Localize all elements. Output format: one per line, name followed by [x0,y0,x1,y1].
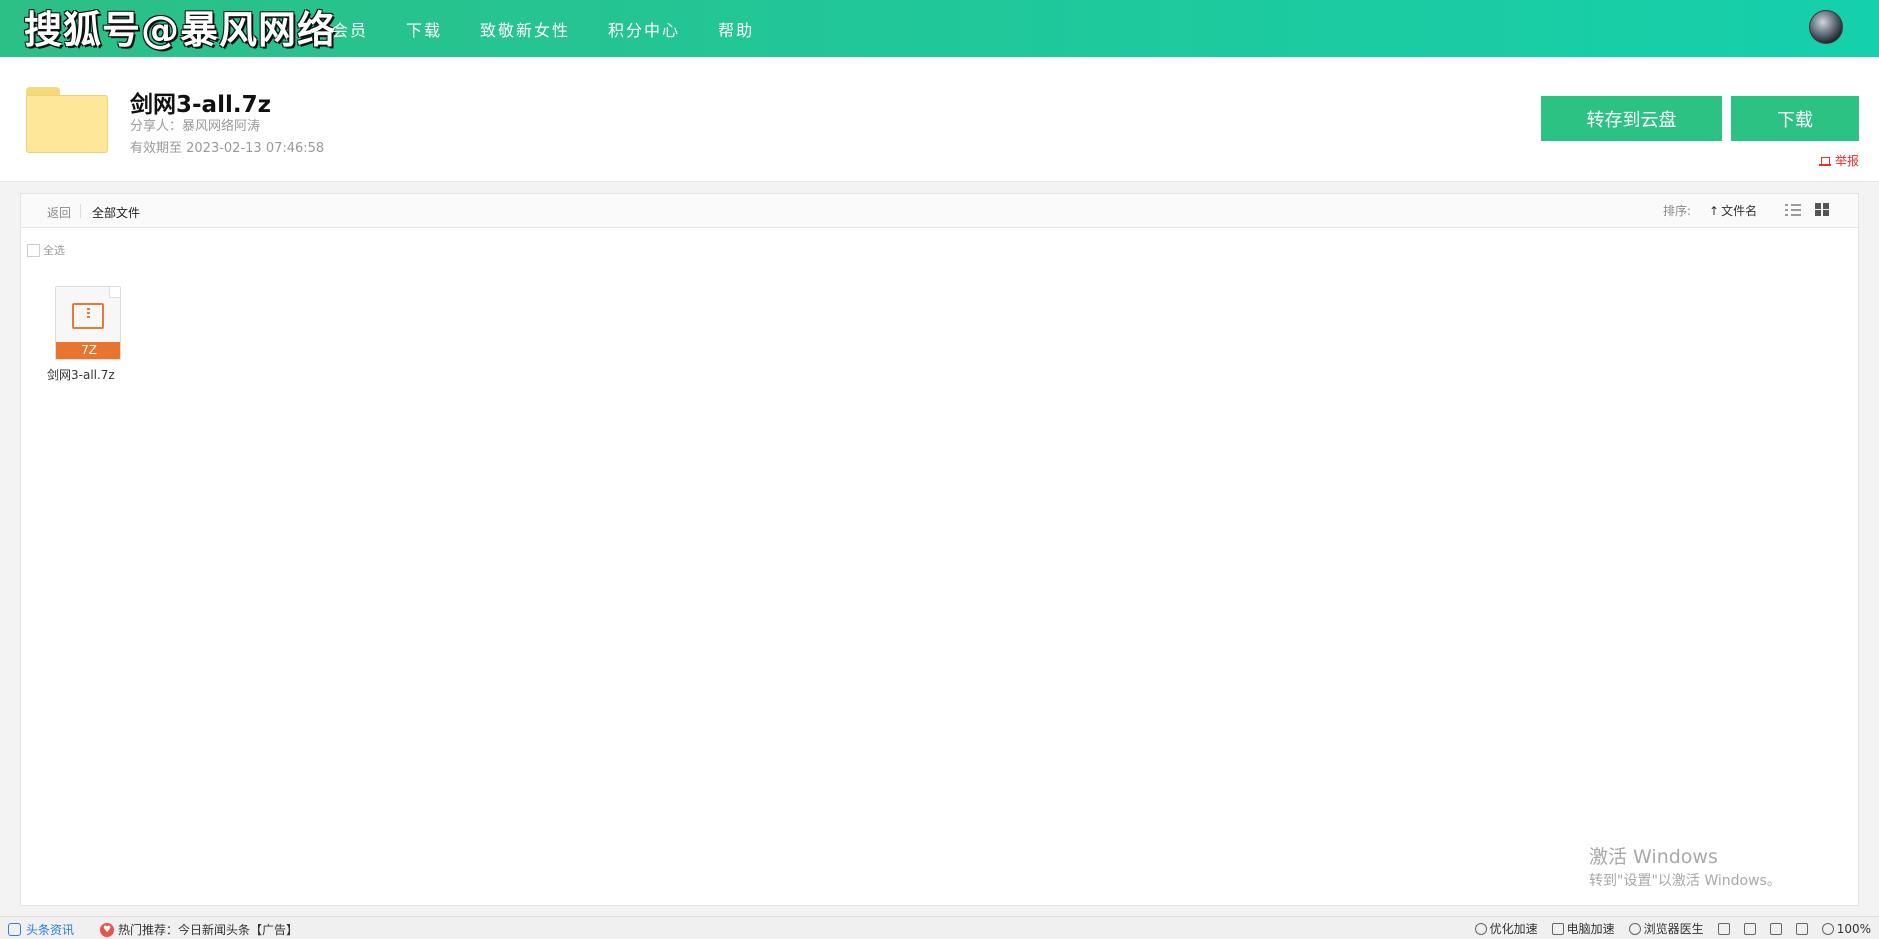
pc-speed-button[interactable]: 电脑加速 [1551,920,1615,937]
select-all[interactable]: 全选 [27,242,65,258]
share-title: 剑网3-all.7z [130,92,271,118]
hot-recommend-label: 热门推荐：今日新闻头条【广告】 [118,923,299,937]
main-nav: 会员 下载 致敬新女性 积分中心 帮助 [332,0,792,57]
download-button[interactable]: 下载 [1731,96,1859,141]
news-label: 头条资讯 [26,923,75,937]
rocket-icon [1474,922,1487,935]
save-to-cloud-button[interactable]: 转存到云盘 [1541,96,1722,141]
file-toolbar: 返回 全部文件 排序: ↑ 文件名 [21,194,1858,228]
activation-subtitle: 转到"设置"以激活 Windows。 [1589,873,1781,889]
select-all-label: 全选 [43,244,65,257]
speaker-icon [1769,922,1782,935]
monitor-icon [1551,922,1564,935]
toolbar-divider [80,204,81,218]
share-header: 剑网3-all.7z 分享人：暴风网络阿涛 有效期至 2023-02-13 07… [0,57,1879,182]
watermark-brand: 搜狐号@暴风网络 [24,8,337,52]
windows-activation-notice: 激活 Windows 转到"设置"以激活 Windows。 [1589,845,1781,891]
news-link[interactable]: 头条资讯 [8,921,74,938]
statusbar-tools: 优化加速 电脑加速 浏览器医生 100% [1474,920,1871,937]
report-icon [1818,156,1831,166]
back-link[interactable]: 返回 [47,204,71,221]
list-view-icon[interactable] [1785,203,1801,217]
window-button[interactable] [1795,922,1808,935]
sort-field-label: 文件名 [1721,204,1758,218]
optimize-label: 优化加速 [1489,922,1538,936]
zip-file-icon: 7Z [55,286,121,360]
heart-icon: ♥ [100,922,114,937]
zoom-icon [1821,922,1834,935]
nav-item-women[interactable]: 致敬新女性 [480,17,570,41]
nav-item-vip[interactable]: 会员 [332,17,368,41]
file-name: 剑网3-all.7z [47,368,115,382]
pc-speed-label: 电脑加速 [1566,922,1615,936]
nav-item-points[interactable]: 积分中心 [608,17,680,41]
activation-title: 激活 Windows [1589,846,1718,868]
vpn-button[interactable] [1743,922,1756,935]
sort-by-name[interactable]: ↑ 文件名 [1709,202,1757,219]
file-panel: 返回 全部文件 排序: ↑ 文件名 全选 7Z 剑网3-all.7z [20,193,1859,906]
user-avatar[interactable] [1809,10,1843,44]
top-navbar: 搜狐号@暴风网络 会员 下载 致敬新女性 积分中心 帮助 [0,0,1879,57]
zoom-label: 100% [1836,921,1871,936]
file-type-badge: 7Z [56,342,120,359]
nav-item-download[interactable]: 下载 [406,17,442,41]
grid-view-icon[interactable] [1815,203,1831,217]
zoom-button[interactable]: 100% [1821,921,1871,936]
report-link[interactable]: 举报 [1818,152,1859,169]
flag-icon [1743,922,1756,935]
expiry-info: 有效期至 2023-02-13 07:46:58 [130,141,325,156]
network-button[interactable] [1717,922,1730,935]
nav-item-help[interactable]: 帮助 [718,17,754,41]
shield-icon [1628,922,1641,935]
browser-doctor-label: 浏览器医生 [1643,922,1704,936]
window-icon [1795,922,1808,935]
news-icon [8,923,21,936]
sort-arrow-icon: ↑ [1709,203,1720,218]
breadcrumb-all-files[interactable]: 全部文件 [92,204,140,221]
network-icon [1717,922,1730,935]
folder-icon [26,87,108,153]
volume-button[interactable] [1769,922,1782,935]
select-all-checkbox[interactable] [27,243,40,257]
hot-recommend-link[interactable]: ♥ 热门推荐：今日新闻头条【广告】 [100,921,298,938]
browser-doctor-button[interactable]: 浏览器医生 [1628,920,1704,937]
sharer-info: 分享人：暴风网络阿涛 [130,119,261,134]
optimize-button[interactable]: 优化加速 [1474,920,1538,937]
report-label: 举报 [1834,154,1859,168]
sort-label: 排序: [1663,204,1692,218]
browser-statusbar: 头条资讯 ♥ 热门推荐：今日新闻头条【广告】 优化加速 电脑加速 浏览器医生 1… [0,916,1879,939]
